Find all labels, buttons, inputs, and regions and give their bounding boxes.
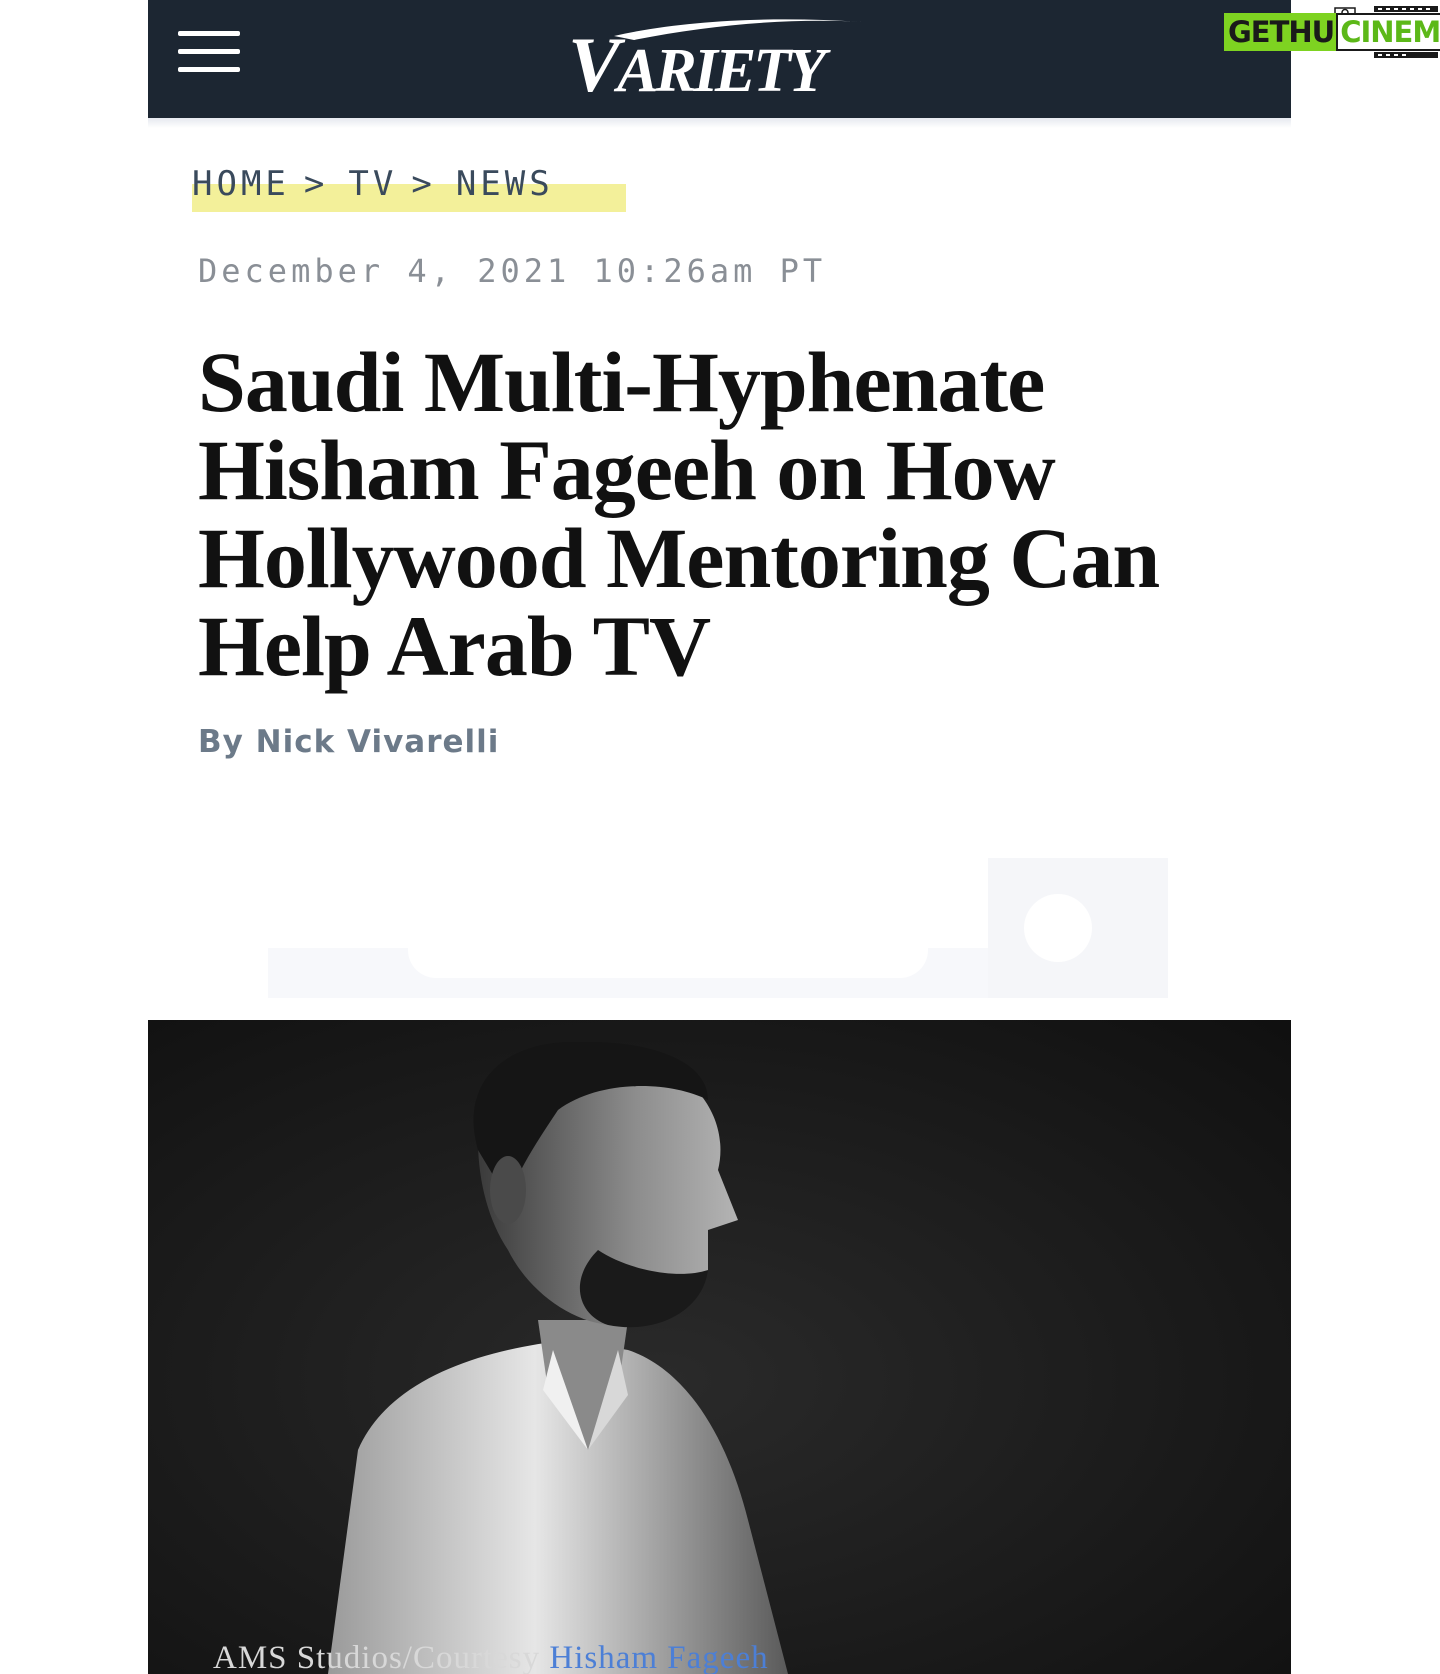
breadcrumb: HOME > TV > NEWS [192, 164, 626, 212]
article-dateline: December 4, 2021 10:26am PT [198, 252, 827, 290]
header-shadow [148, 118, 1291, 128]
breadcrumb-home[interactable]: HOME [192, 164, 290, 204]
breadcrumb-separator: > [303, 164, 329, 204]
ad-placeholder [268, 858, 1168, 998]
author-link[interactable]: Nick Vivarelli [256, 724, 500, 760]
variety-logo[interactable]: VARIETY [568, 12, 878, 104]
caption-link[interactable]: Hisham Fageeh [549, 1640, 768, 1674]
article-hero-image[interactable] [148, 1020, 1291, 1674]
watermark-part-1: GETHU [1224, 13, 1337, 51]
breadcrumb-separator: > [411, 164, 436, 204]
logo-initial: V [568, 21, 620, 108]
article-headline: Saudi Multi-Hyphenate Hisham Fageeh on H… [198, 334, 1160, 694]
caption-credit: AMS Studios/Courtesy [213, 1640, 550, 1674]
gethu-cinema-watermark: GETHUCINEMA [1222, 4, 1440, 60]
article-page: VARIETY HOME > TV > NEWS December 4, 202… [148, 0, 1291, 1674]
breadcrumb-news[interactable]: NEWS [456, 164, 554, 204]
watermark-part-2: CINEMA [1336, 13, 1440, 51]
site-header: VARIETY [148, 0, 1291, 118]
article-byline: By Nick Vivarelli [198, 724, 499, 760]
photo-caption: AMS Studios/Courtesy Hisham Fageeh [213, 1640, 769, 1674]
breadcrumb-tv[interactable]: TV [348, 164, 397, 204]
hamburger-menu-icon[interactable] [178, 31, 240, 73]
portrait-photo [148, 1020, 1291, 1674]
byline-prefix: By [198, 724, 244, 760]
logo-rest: ARIETY [617, 37, 826, 105]
